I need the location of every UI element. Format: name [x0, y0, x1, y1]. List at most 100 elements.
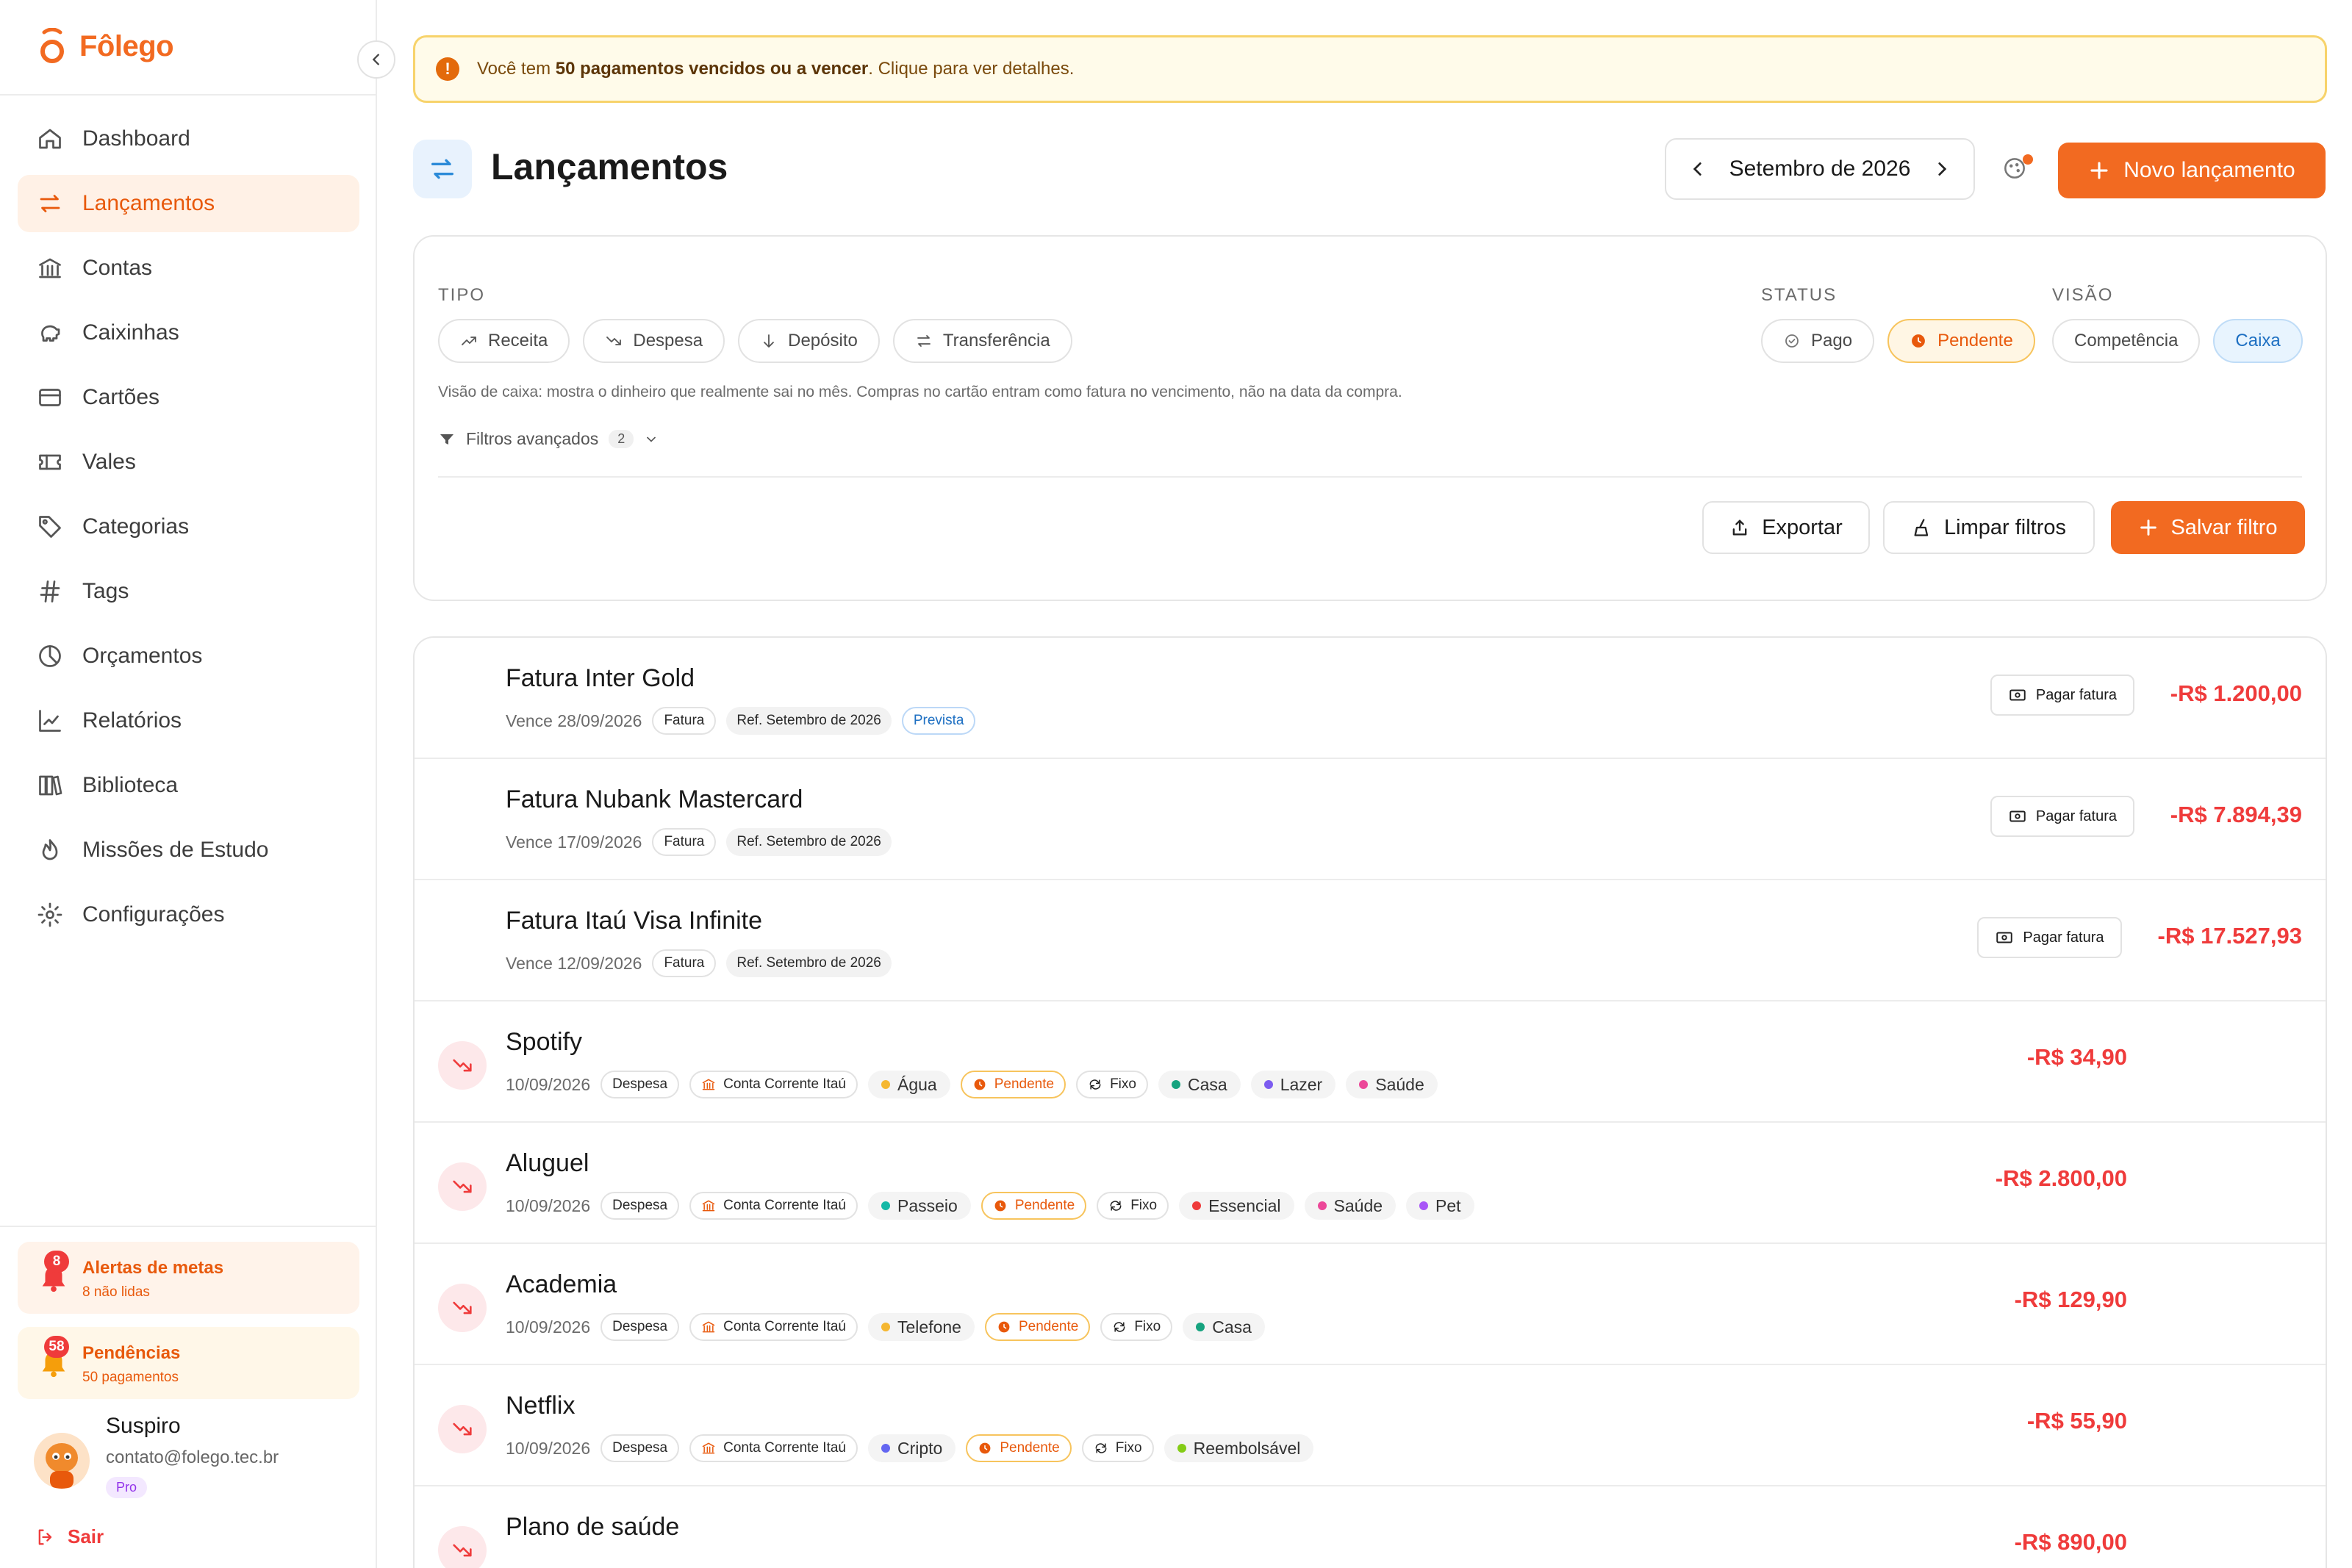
sidebar-item-biblioteca[interactable]: Biblioteca [18, 757, 359, 814]
reference-badge: Ref. Setembro de 2026 [726, 828, 892, 856]
category-dot [881, 1323, 890, 1331]
view-chip[interactable]: Competência [2052, 319, 2201, 363]
tag-badge: Casa [1183, 1313, 1265, 1341]
trend-down-icon [605, 332, 623, 350]
transaction-title: Academia [506, 1270, 617, 1298]
tag-badge: Essencial [1179, 1192, 1294, 1220]
status-filter-label: STATUS [1761, 285, 1838, 305]
logout-icon [38, 1529, 52, 1544]
filters-divider [438, 476, 2302, 478]
tag-label: Casa [1212, 1317, 1252, 1337]
pending-card[interactable]: 58 Pendências 50 pagamentos [18, 1327, 359, 1399]
type-chip[interactable]: Receita [438, 319, 570, 363]
recurrence-label: Fixo [1110, 1076, 1136, 1092]
invoice-meta: Vence 17/09/2026 Fatura Ref. Setembro de 2… [506, 828, 892, 856]
kind-badge: Fatura [652, 949, 717, 977]
sidebar-item-missoes-de-estudo[interactable]: Missões de Estudo [18, 821, 359, 879]
sidebar-item-cartoes[interactable]: Cartões [18, 369, 359, 426]
transaction-amount: -R$ 2.800,00 [1995, 1165, 2127, 1191]
sidebar-item-orcamentos[interactable]: Orçamentos [18, 627, 359, 685]
advanced-filters-toggle[interactable]: Filtros avançados 2 [438, 429, 659, 449]
current-month[interactable]: Setembro de 2026 [1729, 157, 1911, 181]
pie-chart-icon [37, 643, 63, 669]
chevron-down-icon [647, 436, 656, 442]
sidebar-item-configuracoes[interactable]: Configurações [18, 886, 359, 943]
view-chip-label: Caixa [2235, 331, 2281, 350]
tag-label: Pet [1435, 1195, 1461, 1215]
chevron-left-icon[interactable] [1688, 159, 1707, 179]
transaction-row[interactable]: Plano de saúde -R$ 890,00 [415, 1486, 2326, 1568]
pay-invoice-button[interactable]: Pagar fatura [1990, 796, 2134, 837]
sidebar-item-vales[interactable]: Vales [18, 434, 359, 491]
sidebar-item-relatorios[interactable]: Relatórios [18, 692, 359, 749]
sidebar-item-label: Caixinhas [82, 320, 179, 345]
overdue-payments-banner[interactable]: ! Você tem 50 pagamentos vencidos ou a v… [413, 35, 2327, 103]
category-label: Telefone [897, 1317, 961, 1337]
status-chip-label: Pendente [1937, 331, 2013, 350]
save-filter-button[interactable]: Salvar filtro [2111, 501, 2305, 554]
transfer-arrows-icon [37, 190, 63, 217]
month-selector: Setembro de 2026 [1665, 138, 1975, 200]
type-chip[interactable]: Transferência [892, 319, 1072, 363]
export-button[interactable]: Exportar [1702, 501, 1870, 554]
notification-dot [2023, 154, 2033, 165]
transaction-row[interactable]: Academia 10/09/2026 Despesa Conta Corrente … [415, 1244, 2326, 1365]
check-circle-icon [1783, 332, 1801, 350]
invoice-row[interactable]: Fatura Nubank Mastercard Vence 17/09/2026… [415, 759, 2326, 880]
sidebar-nav: Dashboard Lançamentos Contas Caixinhas Cartõ… [18, 110, 359, 951]
bank-icon [701, 1077, 716, 1092]
line-chart-icon [37, 708, 63, 734]
view-filter-label: VISÃO [2052, 285, 2114, 305]
type-chip[interactable]: Depósito [738, 319, 880, 363]
bank-icon [37, 255, 63, 281]
user-email: contato@folego.tec.br [106, 1447, 279, 1467]
goal-alerts-card[interactable]: 8 Alertas de metas 8 não lidas [18, 1242, 359, 1314]
pay-invoice-label: Pagar fatura [2035, 808, 2117, 824]
status-chip[interactable]: Pago [1761, 319, 1875, 363]
type-chip[interactable]: Despesa [583, 319, 725, 363]
logout-button[interactable]: Sair [35, 1525, 104, 1548]
clear-filters-button[interactable]: Limpar filtros [1883, 501, 2095, 554]
advanced-filters-label: Filtros avançados [466, 429, 599, 448]
sidebar-item-caixinhas[interactable]: Caixinhas [18, 304, 359, 362]
chevron-left-icon [372, 54, 379, 65]
tag-label: Saúde [1333, 1195, 1383, 1215]
tag-dot [1196, 1323, 1205, 1331]
sidebar-item-categorias[interactable]: Categorias [18, 498, 359, 555]
transaction-row[interactable]: Aluguel 10/09/2026 Despesa Conta Corrente I… [415, 1123, 2326, 1244]
chevron-right-icon[interactable] [1932, 159, 1951, 179]
banknote-icon [2008, 686, 2027, 705]
filters-panel: TIPO Receita Despesa Depósito Transferência… [413, 235, 2327, 601]
banner-prefix: Você tem [477, 59, 556, 79]
brand-logo[interactable]: Fôlego [40, 28, 174, 65]
clock-icon [978, 1441, 992, 1456]
status-badge: Pendente [980, 1192, 1087, 1220]
transaction-meta: 10/09/2026 Despesa Conta Corrente Itaú Tele… [506, 1313, 1265, 1341]
sidebar-item-label: Contas [82, 256, 153, 280]
flame-icon [37, 837, 63, 863]
theme-toggle-button[interactable] [2001, 154, 2033, 187]
category-badge: Água [868, 1071, 950, 1098]
status-chip[interactable]: Pendente [1887, 319, 2035, 363]
bank-icon [701, 1320, 716, 1334]
status-label: Pendente [1014, 1198, 1075, 1213]
warning-icon: ! [436, 57, 459, 81]
view-chip[interactable]: Caixa [2213, 319, 2303, 363]
collapse-sidebar-button[interactable] [357, 40, 395, 79]
recurrence-label: Fixo [1115, 1440, 1142, 1456]
transaction-row[interactable]: Spotify 10/09/2026 Despesa Conta Corrente I… [415, 1001, 2326, 1123]
pay-invoice-button[interactable]: Pagar fatura [1977, 917, 2122, 958]
invoice-row[interactable]: Fatura Inter Gold Vence 28/09/2026 Fatura R… [415, 638, 2326, 759]
invoice-amount: -R$ 1.200,00 [2170, 680, 2302, 706]
sidebar-item-lancamentos[interactable]: Lançamentos [18, 175, 359, 232]
clock-icon [1910, 332, 1927, 350]
new-transaction-button[interactable]: Novo lançamento [2058, 143, 2326, 198]
sidebar-item-tags[interactable]: Tags [18, 563, 359, 620]
transaction-row[interactable]: Netflix 10/09/2026 Despesa Conta Corrente I… [415, 1365, 2326, 1486]
invoice-row[interactable]: Fatura Itaú Visa Infinite Vence 12/09/202… [415, 880, 2326, 1001]
arrow-down-icon [760, 332, 778, 350]
plus-icon [2090, 162, 2108, 179]
pay-invoice-button[interactable]: Pagar fatura [1990, 675, 2134, 716]
sidebar-item-dashboard[interactable]: Dashboard [18, 110, 359, 168]
sidebar-item-contas[interactable]: Contas [18, 240, 359, 297]
